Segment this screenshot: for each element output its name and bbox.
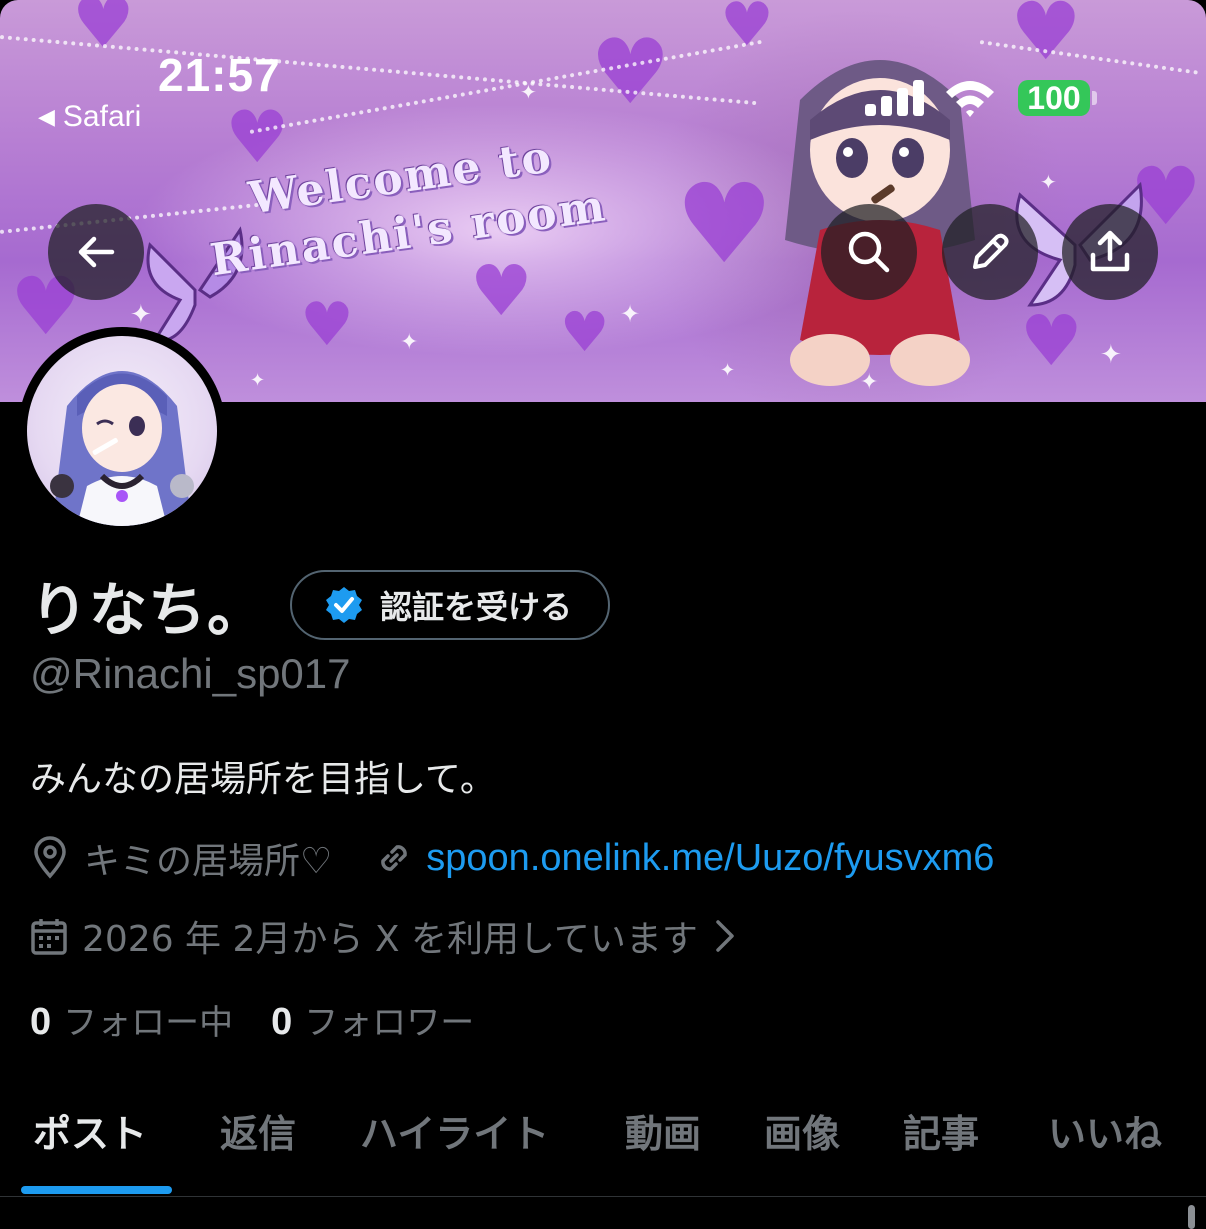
battery-indicator: 100 (1018, 80, 1090, 116)
sparkle-decoration: ✦ (520, 80, 537, 104)
avatar-image (27, 336, 217, 526)
tab-images[interactable]: 画像 (764, 1103, 840, 1158)
edit-button[interactable] (942, 204, 1038, 300)
tabs-divider (0, 1196, 1206, 1197)
tab-videos[interactable]: 動画 (625, 1103, 701, 1158)
profile-website-link[interactable]: spoon.onelink.me/Uuzo/fyusvxm6 (426, 837, 994, 880)
calendar-icon (31, 919, 67, 955)
share-icon (1090, 230, 1130, 272)
chevron-right-icon (716, 920, 734, 952)
profile-tabs: ポスト 返信 ハイライト 動画 画像 記事 いいね (0, 1095, 1206, 1197)
sparkle-decoration: ✦ (1100, 340, 1122, 370)
heart-decoration: ♥ (590, 20, 671, 125)
wifi-icon (946, 81, 994, 117)
sparkle-decoration: ✦ (250, 370, 266, 391)
name-row: りなち。 認証を受ける (30, 563, 611, 647)
heart-decoration: ♥ (470, 250, 533, 332)
heart-decoration: ♥ (72, 0, 135, 64)
search-icon (848, 231, 890, 273)
profile-handle: @Rinachi_sp017 (30, 650, 351, 697)
arrow-left-icon (78, 236, 115, 268)
profile-location: キミの居場所♡ (84, 841, 333, 882)
get-verified-button[interactable]: 認証を受ける (290, 570, 611, 640)
tab-likes[interactable]: いいね (1048, 1103, 1162, 1158)
battery-cap (1092, 91, 1097, 105)
heart-decoration: ♥ (675, 160, 774, 288)
following-label: フォロー中 (63, 1003, 234, 1043)
sparkle-decoration: ✦ (400, 330, 419, 355)
follow-stats: 0 フォロー中 0 フォロワー (30, 995, 474, 1044)
back-triangle-icon: ◀ (38, 104, 55, 129)
status-time: 21:57 (158, 49, 281, 101)
back-button[interactable] (48, 204, 144, 300)
link-icon (381, 845, 408, 871)
joined-row[interactable]: 2026 年 2月から X を利用しています (30, 910, 736, 962)
verified-badge-icon (326, 587, 363, 623)
followers-count: 0 (271, 1001, 293, 1043)
followers-label: フォロワー (304, 1003, 475, 1043)
scrollbar[interactable] (1188, 1205, 1195, 1229)
following-link[interactable]: 0 フォロー中 (30, 995, 233, 1044)
cellular-signal-icon (865, 80, 924, 116)
pencil-icon (973, 233, 1009, 269)
active-tab-indicator (21, 1186, 172, 1194)
following-count: 0 (30, 1001, 52, 1043)
avatar-illustration (50, 371, 194, 526)
bead-chain-decoration (249, 39, 763, 134)
tab-replies[interactable]: 返信 (220, 1103, 296, 1158)
heart-decoration: ♥ (300, 290, 354, 360)
display-name: りなち。 (30, 576, 267, 644)
followers-link[interactable]: 0 フォロワー (271, 995, 474, 1044)
tab-articles[interactable]: 記事 (903, 1103, 979, 1158)
back-to-safari[interactable]: ◀ Safari (38, 100, 141, 134)
joined-date: 2026 年 2月から X を利用しています (82, 919, 698, 960)
profile-meta-row: キミの居場所♡ spoon.onelink.me/Uuzo/fyusvxm6 (30, 832, 994, 884)
sparkle-decoration: ✦ (720, 360, 736, 381)
get-verified-label: 認証を受ける (380, 588, 573, 626)
location-pin-icon (34, 836, 66, 879)
profile-avatar[interactable] (18, 327, 226, 535)
profile-bio: みんなの居場所を目指して。 (30, 759, 496, 800)
heart-decoration: ♥ (560, 300, 610, 364)
tab-highlights[interactable]: ハイライト (360, 1103, 549, 1158)
heart-decoration: ♥ (1010, 0, 1082, 78)
back-app-label: Safari (62, 100, 142, 133)
search-button[interactable] (821, 204, 917, 300)
share-button[interactable] (1062, 204, 1158, 300)
sparkle-decoration: ✦ (620, 300, 641, 328)
tab-posts[interactable]: ポスト (33, 1103, 147, 1158)
